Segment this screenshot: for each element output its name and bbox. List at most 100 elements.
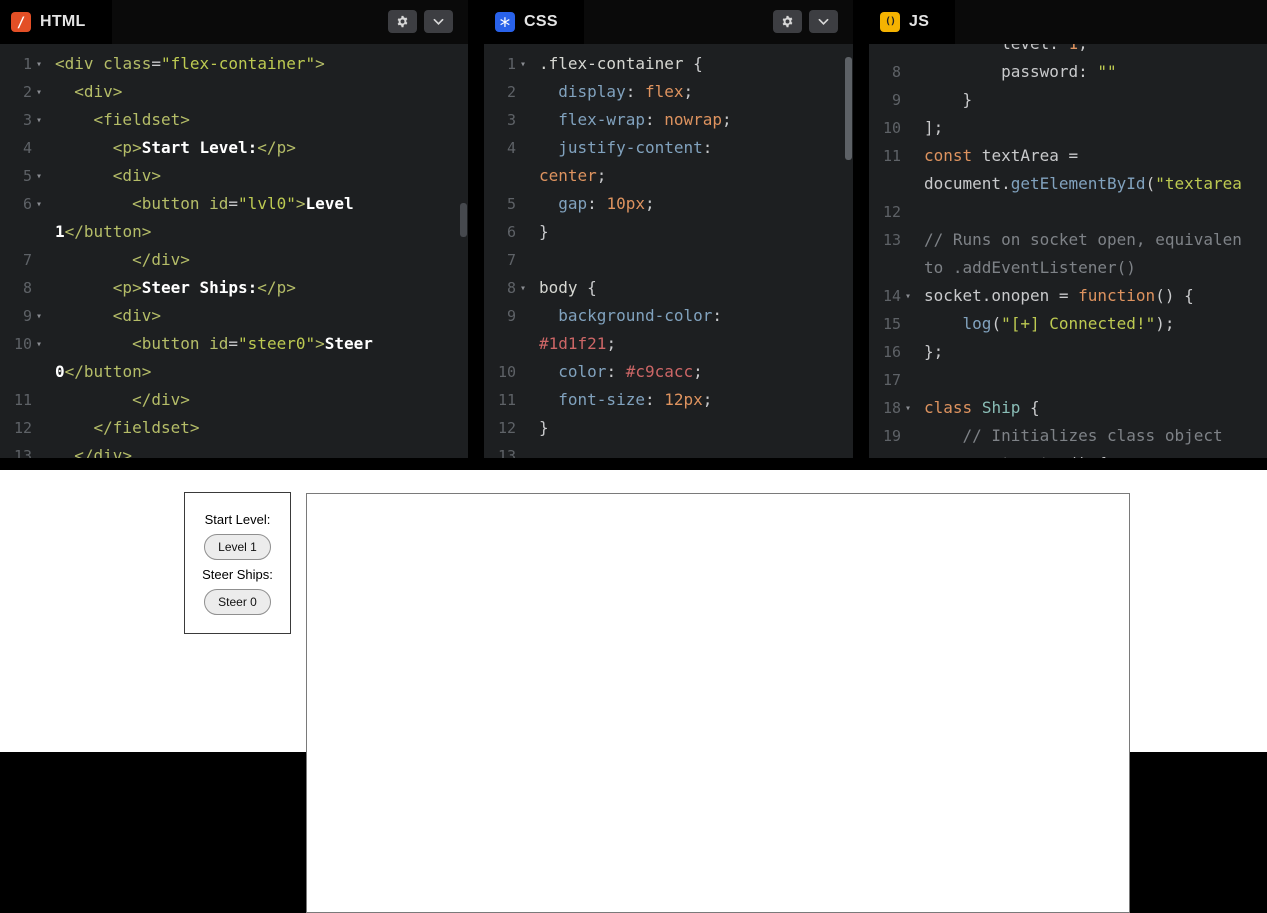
preview-textarea[interactable] [306, 493, 1130, 913]
line-number: 3 [0, 106, 32, 134]
fold-gutter [901, 86, 915, 114]
code-line: to .addEventListener() [869, 254, 1267, 282]
js-panel-header: () JS [869, 0, 1267, 44]
fold-caret-icon[interactable]: ▾ [516, 274, 530, 302]
code-text [539, 442, 853, 458]
line-number: 13 [869, 226, 901, 254]
code-line: 9} [869, 86, 1267, 114]
fold-caret-icon[interactable]: ▾ [901, 394, 915, 422]
css-settings-button[interactable] [773, 10, 802, 33]
code-line: 13 [484, 442, 853, 458]
html-panel-tab[interactable]: / HTML [0, 0, 112, 44]
fold-caret-icon[interactable]: ▾ [32, 106, 46, 134]
fold-gutter [901, 114, 915, 142]
steer-0-button[interactable]: Steer 0 [204, 589, 271, 615]
code-text: level: 1, [924, 44, 1267, 58]
line-number [869, 170, 901, 198]
codepen-editor-page: / HTML 1▾<div class="flex-container">2▾<… [0, 0, 1267, 752]
line-number: 4 [484, 134, 516, 162]
code-line: 8<p>Steer Ships:</p> [0, 274, 468, 302]
panel-resize-gutter[interactable] [468, 0, 484, 458]
line-number: 2 [0, 78, 32, 106]
panel-resize-gutter[interactable] [853, 0, 869, 458]
code-text: <p>Steer Ships:</p> [55, 274, 468, 302]
fold-caret-icon[interactable]: ▾ [901, 282, 915, 310]
css-header-buttons [773, 10, 838, 33]
code-line: 0</button> [0, 358, 468, 386]
fold-caret-icon[interactable]: ▾ [32, 190, 46, 218]
fold-caret-icon[interactable]: ▾ [516, 50, 530, 78]
line-number: 17 [869, 366, 901, 394]
code-text: }; [924, 338, 1267, 366]
code-line: 12} [484, 414, 853, 442]
html-scrollbar-thumb[interactable] [460, 203, 467, 237]
code-line: 2▾<div> [0, 78, 468, 106]
fold-caret-icon[interactable]: ▾ [32, 78, 46, 106]
line-number: 13 [0, 442, 32, 458]
fold-gutter [516, 386, 530, 414]
fold-caret-icon[interactable]: ▾ [32, 302, 46, 330]
line-number: 9 [484, 302, 516, 330]
code-line: 5▾<div> [0, 162, 468, 190]
html-code-area[interactable]: 1▾<div class="flex-container">2▾<div>3▾<… [0, 44, 468, 458]
html-header-buttons [388, 10, 453, 33]
code-text: <div> [55, 302, 468, 330]
css-collapse-button[interactable] [809, 10, 838, 33]
code-line: center; [484, 162, 853, 190]
fold-gutter [516, 190, 530, 218]
line-number [0, 358, 32, 386]
code-line: #1d1f21; [484, 330, 853, 358]
line-number: 4 [0, 134, 32, 162]
line-number: 19 [869, 422, 901, 450]
fold-caret-icon[interactable]: ▾ [32, 50, 46, 78]
html-panel-title: HTML [40, 13, 86, 31]
js-code-area[interactable]: level: 1,8password: ""9}10];11const text… [869, 44, 1267, 458]
code-line: 12 [869, 198, 1267, 226]
code-text: class Ship { [924, 394, 1267, 422]
line-number: 16 [869, 338, 901, 366]
code-line: 11 const textArea = [869, 142, 1267, 170]
code-line: 19// Initializes class object [869, 422, 1267, 450]
code-text: const textArea = [924, 142, 1267, 170]
fold-gutter [516, 302, 530, 330]
fold-gutter [516, 358, 530, 386]
line-number [484, 162, 516, 190]
code-text: color: #c9cacc; [539, 358, 853, 386]
code-text: } [924, 86, 1267, 114]
css-code-area[interactable]: 1▾.flex-container {2display: flex;3flex-… [484, 44, 853, 458]
editor-panels-row: / HTML 1▾<div class="flex-container">2▾<… [0, 0, 1267, 458]
html-collapse-button[interactable] [424, 10, 453, 33]
fold-caret-icon[interactable]: ▾ [32, 330, 46, 358]
line-number: 9 [869, 86, 901, 114]
line-number: 11 [869, 142, 901, 170]
line-number: 1 [0, 50, 32, 78]
start-level-label: Start Level: [205, 512, 271, 527]
line-number: 10 [0, 330, 32, 358]
css-scrollbar-thumb[interactable] [845, 57, 852, 160]
line-number: 8 [869, 58, 901, 86]
fold-gutter [516, 442, 530, 458]
css-panel-tab[interactable]: * CSS [484, 0, 584, 44]
code-line: 10]; [869, 114, 1267, 142]
line-number: 11 [484, 386, 516, 414]
code-text: </fieldset> [55, 414, 468, 442]
code-text: ]; [924, 114, 1267, 142]
code-text: constructor() { [924, 450, 1267, 458]
code-text: </div> [55, 246, 468, 274]
steer-ships-label: Steer Ships: [202, 567, 273, 582]
js-panel-title: JS [909, 13, 929, 31]
code-line: 11font-size: 12px; [484, 386, 853, 414]
code-text: <p>Start Level:</p> [55, 134, 468, 162]
code-text [924, 366, 1267, 394]
code-line: 9background-color: [484, 302, 853, 330]
editor-preview-divider[interactable] [0, 458, 1267, 470]
level-1-button[interactable]: Level 1 [204, 534, 271, 560]
line-number: 11 [0, 386, 32, 414]
fold-gutter [901, 198, 915, 226]
line-number: 7 [0, 246, 32, 274]
code-text: gap: 10px; [539, 190, 853, 218]
js-panel-tab[interactable]: () JS [869, 0, 955, 44]
fold-caret-icon[interactable]: ▾ [32, 162, 46, 190]
html-settings-button[interactable] [388, 10, 417, 33]
line-number: 13 [484, 442, 516, 458]
